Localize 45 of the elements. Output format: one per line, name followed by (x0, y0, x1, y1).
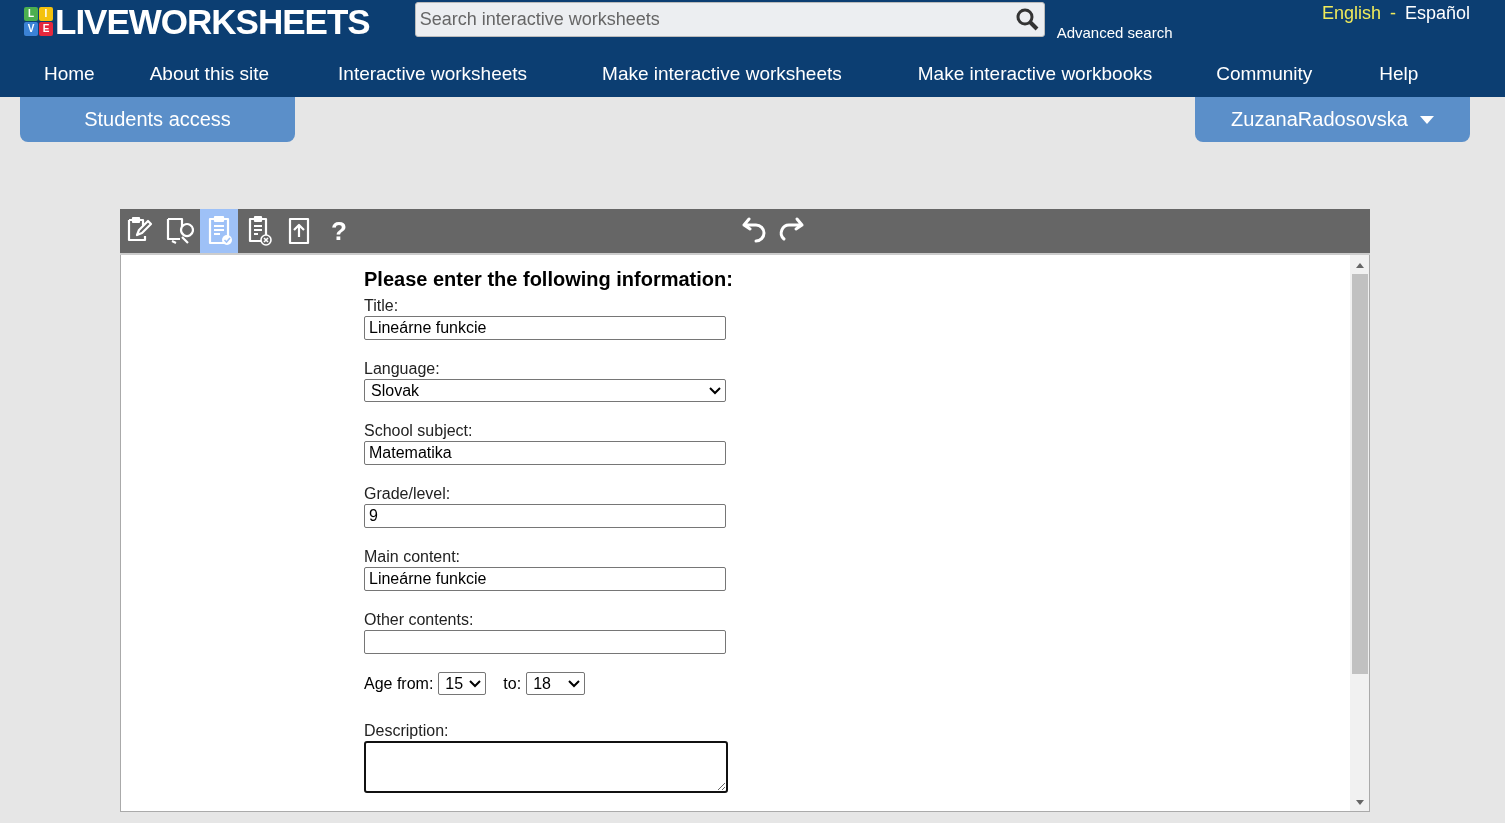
logo-tile: V (24, 21, 38, 36)
age-to-select[interactable]: 18 (526, 672, 586, 695)
text-field[interactable]: Lineárne funkcie (364, 316, 726, 340)
help-button[interactable]: ? (320, 209, 358, 253)
description-field[interactable] (364, 741, 728, 793)
nav-link[interactable]: Home (44, 62, 95, 85)
age-from-label: Age from: (364, 674, 434, 693)
field-label: Description: (364, 722, 450, 740)
field-label: School subject: (364, 422, 474, 440)
text-field[interactable]: Matematika (364, 441, 726, 465)
field-label: Other contents: (364, 611, 475, 629)
form-heading: Please enter the following information: (364, 268, 734, 291)
language-link[interactable]: English (1321, 3, 1381, 24)
text-field[interactable]: Lineárne funkcie (364, 567, 726, 591)
language-link[interactable]: Español (1404, 3, 1470, 24)
caret-icon (1419, 115, 1434, 124)
age-from-select[interactable]: 15 (438, 672, 487, 695)
language-select[interactable]: Slovak (364, 379, 726, 402)
nav-link[interactable]: Interactive worksheets (338, 62, 528, 85)
field-label: Title: (364, 297, 400, 315)
text-field[interactable] (364, 630, 726, 654)
nav-link[interactable]: Community (1216, 62, 1313, 85)
nav-link[interactable]: Make interactive worksheets (602, 62, 842, 85)
advanced-search-link[interactable]: Advanced search (1056, 24, 1173, 41)
text-field[interactable]: 9 (364, 504, 726, 528)
language-separator: - (1389, 3, 1396, 24)
nav-link[interactable]: Make interactive workbooks (917, 62, 1153, 85)
liveworksheets-logo[interactable]: L I V E LIVEWORKSHEETS (24, 5, 370, 37)
age-to-label: to: (503, 674, 522, 693)
scroll-down-icon[interactable] (1355, 800, 1364, 805)
scrollbar[interactable] (1350, 255, 1369, 811)
nav-link[interactable]: Help (1379, 62, 1419, 85)
field-label: Main content: (364, 548, 462, 566)
logo-tile: I (39, 6, 53, 21)
search-icon[interactable] (1014, 7, 1039, 31)
field-label: Grade/level: (364, 485, 452, 503)
chevron-icon (568, 679, 581, 688)
chevron-icon (709, 386, 721, 395)
field-label: Language: (364, 360, 441, 378)
search-field[interactable]: Search interactive worksheets (414, 2, 1045, 37)
nav-link[interactable]: About this site (149, 62, 270, 85)
logo-tile: L (24, 6, 38, 21)
chevron-icon (469, 679, 482, 688)
scroll-up-icon[interactable] (1355, 263, 1364, 268)
logo-tile: E (39, 21, 53, 36)
